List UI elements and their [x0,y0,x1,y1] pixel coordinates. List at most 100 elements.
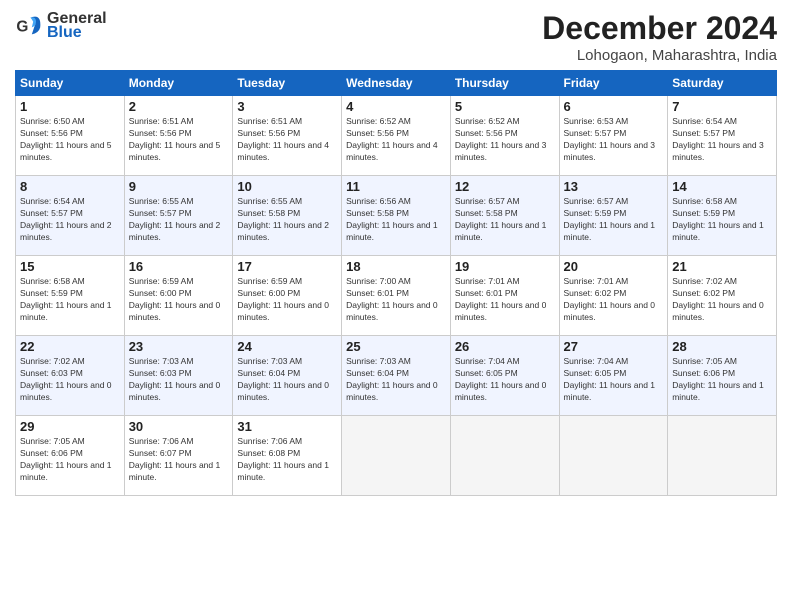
day-number: 19 [455,259,555,274]
sunrise-label: Sunrise: 7:02 AM [20,356,85,366]
title-block: December 2024 Lohogaon, Maharashtra, Ind… [542,10,777,64]
table-row: 14 Sunrise: 6:58 AM Sunset: 5:59 PM Dayl… [668,176,777,256]
daylight-label: Daylight: 11 hours and 1 minute. [672,380,764,402]
day-number: 12 [455,179,555,194]
day-number: 10 [237,179,337,194]
logo: G General Blue [15,10,107,42]
calendar-week-row: 15 Sunrise: 6:58 AM Sunset: 5:59 PM Dayl… [16,256,777,336]
day-number: 22 [20,339,120,354]
sunset-label: Sunset: 6:07 PM [129,448,192,458]
table-row: 16 Sunrise: 6:59 AM Sunset: 6:00 PM Dayl… [124,256,233,336]
sunrise-label: Sunrise: 6:59 AM [237,276,302,286]
day-info: Sunrise: 7:02 AM Sunset: 6:03 PM Dayligh… [20,356,120,404]
day-info: Sunrise: 7:03 AM Sunset: 6:04 PM Dayligh… [237,356,337,404]
daylight-label: Daylight: 11 hours and 2 minutes. [237,220,329,242]
sunset-label: Sunset: 5:57 PM [129,208,192,218]
sunset-label: Sunset: 6:03 PM [20,368,83,378]
sunrise-label: Sunrise: 6:58 AM [672,196,737,206]
day-info: Sunrise: 6:50 AM Sunset: 5:56 PM Dayligh… [20,116,120,164]
table-row: 17 Sunrise: 6:59 AM Sunset: 6:00 PM Dayl… [233,256,342,336]
day-info: Sunrise: 7:01 AM Sunset: 6:01 PM Dayligh… [455,276,555,324]
table-row [342,416,451,496]
sunrise-label: Sunrise: 6:55 AM [129,196,194,206]
day-number: 21 [672,259,772,274]
daylight-label: Daylight: 11 hours and 0 minutes. [129,300,221,322]
sunrise-label: Sunrise: 7:03 AM [129,356,194,366]
table-row: 25 Sunrise: 7:03 AM Sunset: 6:04 PM Dayl… [342,336,451,416]
sunrise-label: Sunrise: 7:00 AM [346,276,411,286]
sunrise-label: Sunrise: 6:58 AM [20,276,85,286]
col-tuesday: Tuesday [233,71,342,96]
col-saturday: Saturday [668,71,777,96]
page: G General Blue December 2024 Lohogaon, M… [0,0,792,612]
daylight-label: Daylight: 11 hours and 0 minutes. [20,380,112,402]
table-row: 26 Sunrise: 7:04 AM Sunset: 6:05 PM Dayl… [450,336,559,416]
day-info: Sunrise: 6:58 AM Sunset: 5:59 PM Dayligh… [672,196,772,244]
day-info: Sunrise: 6:52 AM Sunset: 5:56 PM Dayligh… [455,116,555,164]
day-info: Sunrise: 6:53 AM Sunset: 5:57 PM Dayligh… [564,116,664,164]
table-row: 28 Sunrise: 7:05 AM Sunset: 6:06 PM Dayl… [668,336,777,416]
table-row: 3 Sunrise: 6:51 AM Sunset: 5:56 PM Dayli… [233,96,342,176]
calendar-header-row: Sunday Monday Tuesday Wednesday Thursday… [16,71,777,96]
day-number: 24 [237,339,337,354]
daylight-label: Daylight: 11 hours and 2 minutes. [20,220,112,242]
sunset-label: Sunset: 6:01 PM [346,288,409,298]
sunset-label: Sunset: 5:56 PM [20,128,83,138]
day-number: 17 [237,259,337,274]
day-number: 31 [237,419,337,434]
day-info: Sunrise: 7:03 AM Sunset: 6:04 PM Dayligh… [346,356,446,404]
day-info: Sunrise: 6:52 AM Sunset: 5:56 PM Dayligh… [346,116,446,164]
day-info: Sunrise: 7:05 AM Sunset: 6:06 PM Dayligh… [672,356,772,404]
daylight-label: Daylight: 11 hours and 0 minutes. [455,380,547,402]
table-row: 2 Sunrise: 6:51 AM Sunset: 5:56 PM Dayli… [124,96,233,176]
day-info: Sunrise: 7:06 AM Sunset: 6:07 PM Dayligh… [129,436,229,484]
sunset-label: Sunset: 5:57 PM [20,208,83,218]
daylight-label: Daylight: 11 hours and 1 minute. [20,300,112,322]
daylight-label: Daylight: 11 hours and 1 minute. [564,220,656,242]
sunset-label: Sunset: 5:56 PM [346,128,409,138]
sunset-label: Sunset: 6:01 PM [455,288,518,298]
day-info: Sunrise: 6:55 AM Sunset: 5:58 PM Dayligh… [237,196,337,244]
day-info: Sunrise: 7:04 AM Sunset: 6:05 PM Dayligh… [455,356,555,404]
table-row: 29 Sunrise: 7:05 AM Sunset: 6:06 PM Dayl… [16,416,125,496]
table-row [668,416,777,496]
table-row: 11 Sunrise: 6:56 AM Sunset: 5:58 PM Dayl… [342,176,451,256]
sunrise-label: Sunrise: 6:59 AM [129,276,194,286]
day-info: Sunrise: 7:05 AM Sunset: 6:06 PM Dayligh… [20,436,120,484]
table-row: 27 Sunrise: 7:04 AM Sunset: 6:05 PM Dayl… [559,336,668,416]
daylight-label: Daylight: 11 hours and 5 minutes. [129,140,221,162]
table-row: 18 Sunrise: 7:00 AM Sunset: 6:01 PM Dayl… [342,256,451,336]
day-number: 3 [237,99,337,114]
sunset-label: Sunset: 5:58 PM [455,208,518,218]
table-row: 19 Sunrise: 7:01 AM Sunset: 6:01 PM Dayl… [450,256,559,336]
sunset-label: Sunset: 5:58 PM [346,208,409,218]
daylight-label: Daylight: 11 hours and 0 minutes. [672,300,764,322]
sunset-label: Sunset: 5:56 PM [455,128,518,138]
sunset-label: Sunset: 5:56 PM [237,128,300,138]
table-row: 6 Sunrise: 6:53 AM Sunset: 5:57 PM Dayli… [559,96,668,176]
daylight-label: Daylight: 11 hours and 2 minutes. [129,220,221,242]
table-row: 24 Sunrise: 7:03 AM Sunset: 6:04 PM Dayl… [233,336,342,416]
table-row: 20 Sunrise: 7:01 AM Sunset: 6:02 PM Dayl… [559,256,668,336]
sunrise-label: Sunrise: 7:01 AM [455,276,520,286]
daylight-label: Daylight: 11 hours and 1 minute. [237,460,329,482]
daylight-label: Daylight: 11 hours and 3 minutes. [672,140,764,162]
day-info: Sunrise: 6:54 AM Sunset: 5:57 PM Dayligh… [20,196,120,244]
day-number: 26 [455,339,555,354]
day-number: 27 [564,339,664,354]
sunset-label: Sunset: 5:57 PM [564,128,627,138]
calendar-week-row: 1 Sunrise: 6:50 AM Sunset: 5:56 PM Dayli… [16,96,777,176]
day-number: 20 [564,259,664,274]
table-row: 12 Sunrise: 6:57 AM Sunset: 5:58 PM Dayl… [450,176,559,256]
table-row: 1 Sunrise: 6:50 AM Sunset: 5:56 PM Dayli… [16,96,125,176]
day-number: 30 [129,419,229,434]
daylight-label: Daylight: 11 hours and 1 minute. [672,220,764,242]
sunrise-label: Sunrise: 6:54 AM [672,116,737,126]
sunrise-label: Sunrise: 7:02 AM [672,276,737,286]
sunrise-label: Sunrise: 7:03 AM [346,356,411,366]
sunset-label: Sunset: 6:06 PM [20,448,83,458]
sunrise-label: Sunrise: 6:54 AM [20,196,85,206]
sunset-label: Sunset: 5:59 PM [20,288,83,298]
svg-text:G: G [16,19,28,36]
sunrise-label: Sunrise: 7:04 AM [564,356,629,366]
